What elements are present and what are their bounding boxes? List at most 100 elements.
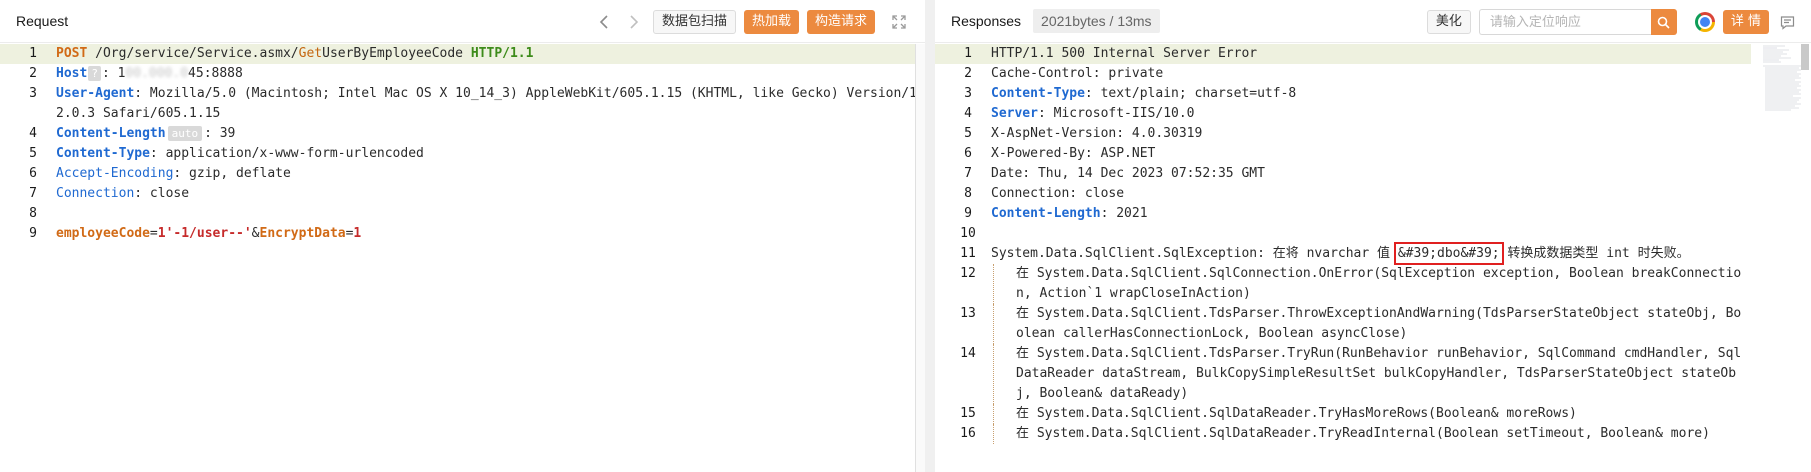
code-line[interactable]: 4 Server: Microsoft-IIS/10.0 <box>935 104 1751 124</box>
line-content: Date: Thu, 14 Dec 2023 07:52:35 GMT <box>991 164 1751 184</box>
code-token: 在 System.Data.SqlClient.SqlDataReader.Tr… <box>1016 406 1577 421</box>
code-token: POST <box>56 46 88 61</box>
code-line[interactable]: 2 Cache-Control: private <box>935 64 1751 84</box>
line-number: 2 <box>29 66 37 81</box>
code-line[interactable]: 5 X-AspNet-Version: 4.0.30319 <box>935 124 1751 144</box>
code-token: = <box>149 226 158 241</box>
line-content: Server: Microsoft-IIS/10.0 <box>991 104 1751 124</box>
code-line[interactable]: 8 Connection: close <box>935 184 1751 204</box>
code-token: Server <box>991 106 1038 121</box>
code-line[interactable]: 16 在 System.Data.SqlClient.SqlDataReader.… <box>935 424 1751 444</box>
code-token: /Org/service/Service.asmx/ <box>87 46 299 61</box>
code-line[interactable]: 9 employeeCode=1'-1/user--'&EncryptData=1 <box>0 224 925 244</box>
code-line[interactable]: 14 在 System.Data.SqlClient.TdsParser.TryR… <box>935 344 1751 404</box>
line-content: Connection: close <box>56 184 925 204</box>
forward-arrow-icon[interactable] <box>623 10 645 34</box>
code-token: UserByEmployeeCode <box>322 46 471 61</box>
code-line[interactable]: 3 User-Agent: Mozilla/5.0 (Macintosh; Int… <box>0 84 925 124</box>
code-token: 在 System.Data.SqlClient.SqlDataReader.Tr… <box>1016 426 1710 441</box>
code-token: 00.000.0 <box>125 66 189 81</box>
code-line[interactable]: 15 在 System.Data.SqlClient.SqlDataReader.… <box>935 404 1751 424</box>
code-token: 在 System.Data.SqlClient.SqlConnection.On… <box>1016 266 1382 281</box>
code-line[interactable]: 2 Host?: 100.000.045:8888 <box>0 64 925 84</box>
request-title: Request <box>16 13 69 29</box>
code-line[interactable]: 4 Content-Length auto: 39 <box>0 124 925 144</box>
line-number: 3 <box>964 86 972 101</box>
search-icon[interactable] <box>1650 9 1677 35</box>
panel-divider[interactable] <box>925 0 935 472</box>
request-header: Request 数据包扫描 热加载 构造请求 <box>0 0 925 43</box>
code-token: 1'-1/user--' <box>157 226 252 241</box>
code-line[interactable]: 1 POST /Org/service/Service.asmx/GetUserB… <box>0 44 925 64</box>
line-content: 在 System.Data.SqlClient.TdsParser.TryRun… <box>993 344 1751 404</box>
request-scrollbar[interactable] <box>915 44 925 472</box>
response-search-input[interactable] <box>1478 9 1651 35</box>
code-token: X-Powered-By: ASP.NET <box>991 146 1156 161</box>
response-toolbar: 美化 详 情 <box>1426 9 1797 35</box>
code-line[interactable]: 11 System.Data.SqlClient.SqlException: 在将… <box>935 242 1751 265</box>
code-token: Content-Length <box>56 126 166 141</box>
back-arrow-icon[interactable] <box>593 10 615 34</box>
code-line[interactable]: 5 Content-Type: application/x-www-form-ur… <box>0 144 925 164</box>
line-content: 在 System.Data.SqlClient.TdsParser.ThrowE… <box>993 304 1751 344</box>
code-line[interactable]: 12 在 System.Data.SqlClient.SqlConnection.… <box>935 264 1751 304</box>
line-content: Content-Length: 2021 <box>991 204 1751 224</box>
response-scrollbar[interactable] <box>1799 44 1811 472</box>
auto-badge: auto <box>167 126 203 141</box>
code-token: & <box>251 226 260 241</box>
response-title: Responses <box>951 13 1022 29</box>
response-panel: Responses 2021bytes / 13ms 美化 详 情 <box>935 0 1811 472</box>
code-token: ) <box>1242 286 1251 301</box>
line-number: 16 <box>960 426 976 441</box>
code-token: : 39 <box>204 126 236 141</box>
code-line[interactable]: 7 Date: Thu, 14 Dec 2023 07:52:35 GMT <box>935 164 1751 184</box>
line-content: HTTP/1.1 500 Internal Server Error <box>991 44 1751 64</box>
line-number: 15 <box>960 406 976 421</box>
line-number: 8 <box>29 206 37 221</box>
line-content: employeeCode=1'-1/user--'&EncryptData=1 <box>56 224 925 244</box>
code-token: 在 System.Data.SqlClient.TdsParser.ThrowE… <box>1016 306 1742 341</box>
line-content: System.Data.SqlClient.SqlException: 在将 n… <box>991 242 1751 265</box>
code-line[interactable]: 10 <box>935 224 1751 244</box>
code-minimap[interactable] <box>1761 44 1803 124</box>
code-line[interactable]: 6 Accept-Encoding: gzip, deflate <box>0 164 925 184</box>
code-token: Content-Length <box>991 206 1101 221</box>
packet-scan-button[interactable]: 数据包扫描 <box>652 10 736 34</box>
code-line[interactable]: 6 X-Powered-By: ASP.NET <box>935 144 1751 164</box>
line-content: Host?: 100.000.045:8888 <box>56 64 925 84</box>
message-icon[interactable] <box>1777 12 1797 32</box>
code-line[interactable]: 8 <box>0 204 925 224</box>
code-token: Cache-Control: private <box>991 66 1164 81</box>
code-line[interactable]: 7 Connection: close <box>0 184 925 204</box>
expand-icon[interactable] <box>887 10 911 34</box>
code-line[interactable]: 3 Content-Type: text/plain; charset=utf-8 <box>935 84 1751 104</box>
line-content: Content-Type: text/plain; charset=utf-8 <box>991 84 1751 104</box>
code-line[interactable]: 9 Content-Length: 2021 <box>935 204 1751 224</box>
chrome-icon[interactable] <box>1694 12 1715 32</box>
code-token: User-Agent <box>56 86 135 101</box>
hot-load-button[interactable]: 热加载 <box>743 10 799 34</box>
code-token: HTTP/1.1 <box>470 46 534 61</box>
code-line[interactable]: 13 在 System.Data.SqlClient.TdsParser.Thro… <box>935 304 1751 344</box>
build-request-button[interactable]: 构造请求 <box>806 10 875 34</box>
line-number: 10 <box>960 226 976 241</box>
code-token: HTTP/1.1 500 Internal Server Error <box>991 46 1258 61</box>
line-number: 9 <box>29 226 37 241</box>
code-token: 1 <box>353 226 362 241</box>
beautify-button[interactable]: 美化 <box>1426 10 1471 34</box>
request-editor[interactable]: 1 POST /Org/service/Service.asmx/GetUserB… <box>0 44 925 472</box>
response-scroll-thumb[interactable] <box>1801 44 1809 70</box>
code-token: : application/x-www-form-urlencoded <box>149 146 424 161</box>
line-content: Content-Length auto: 39 <box>56 124 925 144</box>
code-token: Connection: close <box>991 186 1125 201</box>
line-number: 7 <box>964 166 972 181</box>
code-token: : Microsoft-IIS/10.0 <box>1037 106 1195 121</box>
response-editor[interactable]: 1 HTTP/1.1 500 Internal Server Error 2 Cach… <box>935 44 1751 472</box>
line-content: X-Powered-By: ASP.NET <box>991 144 1751 164</box>
line-content: X-AspNet-Version: 4.0.30319 <box>991 124 1751 144</box>
code-line[interactable]: 1 HTTP/1.1 500 Internal Server Error <box>935 44 1751 64</box>
code-token: EncryptData <box>259 226 346 241</box>
line-content: 在 System.Data.SqlClient.SqlDataReader.Tr… <box>993 404 1751 424</box>
details-button[interactable]: 详 情 <box>1722 10 1769 34</box>
line-content: Accept-Encoding: gzip, deflate <box>56 164 925 184</box>
